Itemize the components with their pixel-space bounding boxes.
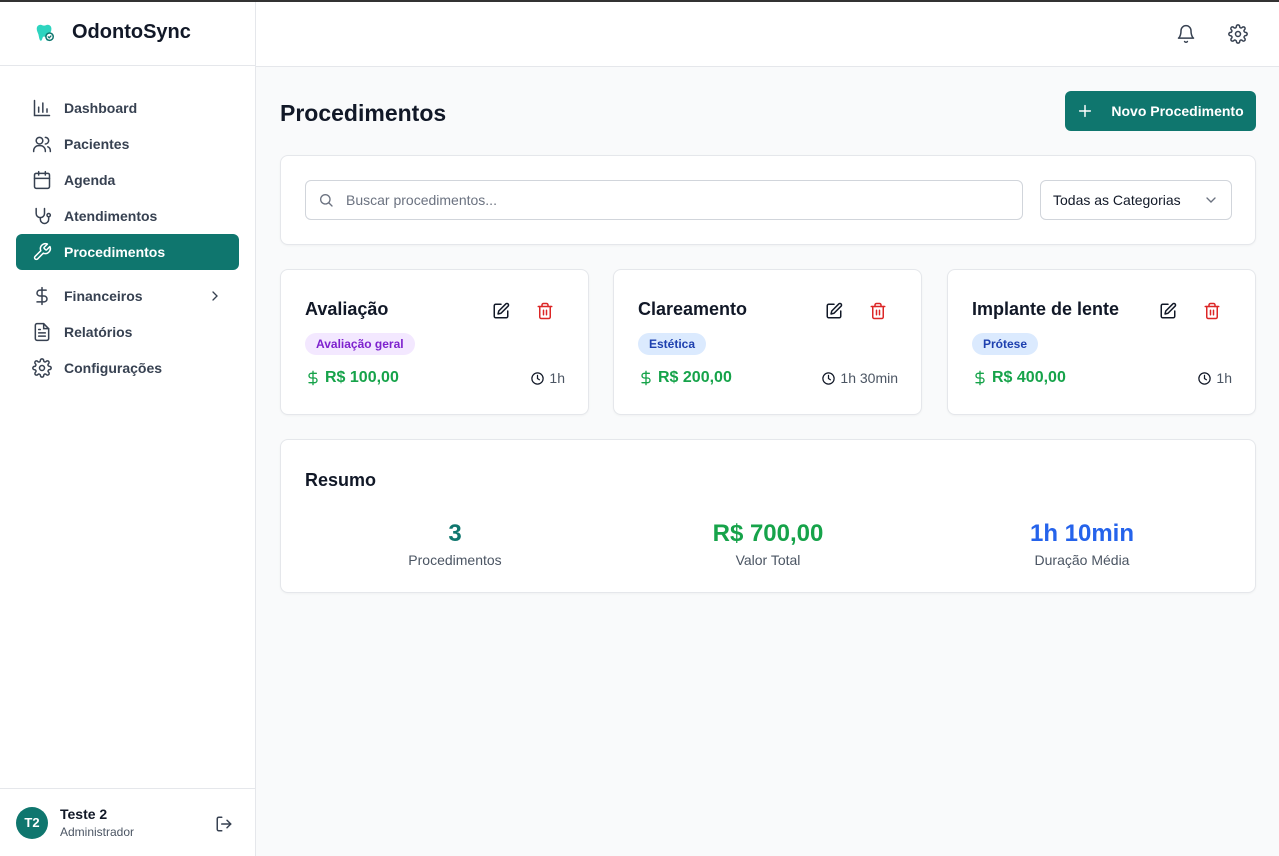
sidebar-item-label: Agenda: [64, 172, 116, 188]
sidebar-item-configuracoes[interactable]: Configurações: [16, 350, 239, 386]
dollar-icon: [972, 370, 988, 386]
sidebar: OdontoSync Dashboard Pacientes Agenda At…: [0, 0, 256, 856]
procedure-card[interactable]: Implante de lente Prótese R$ 400,00 1h: [947, 269, 1256, 415]
procedure-price: R$ 200,00: [638, 369, 732, 387]
filter-card: Todas as Categorias: [280, 155, 1256, 245]
edit-icon[interactable]: [492, 302, 510, 320]
stat-average-duration: 1h 10min Duração Média: [932, 520, 1232, 568]
summary-title: Resumo: [305, 470, 377, 490]
sidebar-item-label: Pacientes: [64, 136, 130, 152]
category-badge: Avaliação geral: [305, 333, 415, 355]
category-badge: Prótese: [972, 333, 1039, 355]
duration-value: 1h: [1216, 370, 1232, 386]
procedure-duration: 1h: [1197, 370, 1232, 386]
app-name: OdontoSync: [72, 21, 191, 43]
trash-icon[interactable]: [536, 302, 554, 320]
price-value: R$ 400,00: [992, 369, 1066, 386]
edit-icon[interactable]: [1159, 302, 1177, 320]
search-input[interactable]: [346, 192, 1022, 208]
user-panel: T2 Teste 2 Administrador: [0, 788, 255, 856]
chevron-right-icon[interactable]: [207, 288, 223, 304]
procedure-price: R$ 100,00: [305, 369, 399, 387]
dollar-icon: [638, 370, 654, 386]
duration-value: 1h 30min: [840, 370, 898, 386]
sidebar-nav: Dashboard Pacientes Agenda Atendimentos …: [0, 66, 255, 386]
window-top-border: [0, 0, 1279, 2]
stat-label: Duração Média: [1034, 552, 1130, 568]
procedure-duration: 1h: [530, 370, 565, 386]
duration-value: 1h: [549, 370, 565, 386]
sidebar-item-financeiros[interactable]: Financeiros: [16, 278, 239, 314]
wrench-icon: [32, 242, 52, 262]
stat-total-value: R$ 700,00 Valor Total: [618, 520, 918, 568]
price-value: R$ 200,00: [658, 369, 732, 386]
sidebar-item-label: Financeiros: [64, 288, 143, 304]
sidebar-item-label: Relatórios: [64, 324, 133, 340]
trash-icon[interactable]: [869, 302, 887, 320]
category-badge: Estética: [638, 333, 707, 355]
search-box[interactable]: [305, 180, 1023, 220]
sidebar-item-label: Procedimentos: [64, 244, 166, 260]
page-title: Procedimentos: [280, 100, 447, 126]
stat-value: R$ 700,00: [712, 520, 824, 547]
gear-icon: [32, 358, 52, 378]
summary-card: Resumo 3 Procedimentos R$ 700,00 Valor T…: [280, 439, 1256, 593]
procedure-name: Implante de lente: [972, 299, 1120, 319]
user-role: Administrador: [60, 825, 135, 839]
clock-icon: [530, 371, 545, 386]
stat-label: Procedimentos: [408, 552, 502, 568]
new-procedure-button[interactable]: Novo Procedimento: [1065, 91, 1256, 131]
sidebar-item-agenda[interactable]: Agenda: [16, 162, 239, 198]
new-procedure-label: Novo Procedimento: [1111, 103, 1244, 119]
dollar-icon: [305, 370, 321, 386]
user-name: Teste 2: [60, 806, 108, 822]
sidebar-item-pacientes[interactable]: Pacientes: [16, 126, 239, 162]
category-select[interactable]: Todas as Categorias: [1040, 180, 1232, 220]
clock-icon: [1197, 371, 1212, 386]
logout-icon[interactable]: [215, 815, 233, 833]
edit-icon[interactable]: [825, 302, 843, 320]
gear-icon[interactable]: [1228, 24, 1248, 44]
stat-value: 1h 10min: [1029, 520, 1135, 547]
stat-value: 3: [448, 520, 462, 547]
category-select-value: Todas as Categorias: [1053, 192, 1181, 208]
procedure-duration: 1h 30min: [821, 370, 898, 386]
top-header: [256, 0, 1279, 67]
procedure-card[interactable]: Clareamento Estética R$ 200,00 1h 30min: [613, 269, 922, 415]
price-value: R$ 100,00: [325, 369, 399, 386]
calendar-icon: [32, 170, 52, 190]
trash-icon[interactable]: [1203, 302, 1221, 320]
sidebar-item-relatorios[interactable]: Relatórios: [16, 314, 239, 350]
sidebar-item-label: Configurações: [64, 360, 163, 376]
sidebar-item-dashboard[interactable]: Dashboard: [16, 90, 239, 126]
procedure-name: Avaliação: [305, 299, 389, 319]
brand[interactable]: OdontoSync: [0, 0, 255, 66]
bar-chart-icon: [32, 98, 52, 118]
sidebar-item-atendimentos[interactable]: Atendimentos: [16, 198, 239, 234]
plus-icon: [1077, 103, 1093, 119]
stat-label: Valor Total: [735, 552, 801, 568]
avatar[interactable]: T2: [16, 806, 48, 839]
procedure-name: Clareamento: [638, 299, 748, 319]
sidebar-item-label: Dashboard: [64, 100, 138, 116]
file-text-icon: [32, 322, 52, 342]
sidebar-item-label: Atendimentos: [64, 208, 158, 224]
stat-procedures: 3 Procedimentos: [305, 520, 605, 568]
sidebar-item-procedimentos[interactable]: Procedimentos: [16, 234, 239, 270]
tooth-logo-icon: [34, 22, 56, 44]
clock-icon: [821, 371, 836, 386]
procedure-price: R$ 400,00: [972, 369, 1066, 387]
procedure-card[interactable]: Avaliação Avaliação geral R$ 100,00 1h: [280, 269, 589, 415]
stethoscope-icon: [32, 206, 52, 226]
chevron-down-icon: [1203, 192, 1219, 208]
users-icon: [32, 134, 52, 154]
search-icon: [318, 192, 334, 208]
bell-icon[interactable]: [1176, 24, 1196, 44]
dollar-icon: [32, 286, 52, 306]
